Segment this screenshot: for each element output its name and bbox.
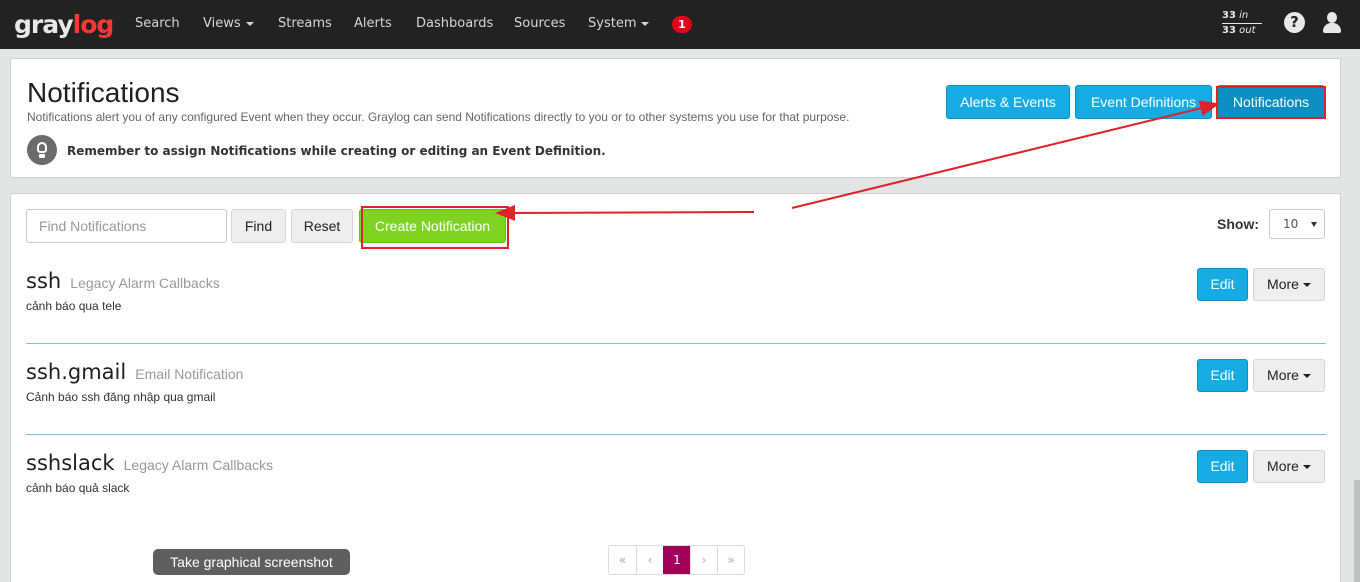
- annotation-box-create-button: [361, 206, 509, 249]
- reset-button[interactable]: Reset: [291, 209, 353, 243]
- more-label: More: [1267, 367, 1299, 383]
- lightbulb-icon: [27, 135, 57, 165]
- pagination-last[interactable]: »: [717, 546, 744, 574]
- more-dropdown-button[interactable]: More: [1253, 450, 1325, 483]
- lightbulb-icon-glass: [37, 142, 47, 153]
- throughput-indicator[interactable]: 33 in 33 out: [1222, 9, 1262, 38]
- throughput-in-label: in: [1239, 10, 1249, 21]
- notification-description: Cảnh báo ssh đăng nhập qua gmail: [26, 390, 216, 404]
- pagination: « ‹ 1 › »: [608, 545, 745, 575]
- edit-button[interactable]: Edit: [1197, 450, 1248, 483]
- notification-count-badge[interactable]: 1: [672, 16, 692, 33]
- more-dropdown-button[interactable]: More: [1253, 359, 1325, 392]
- pagination-current-page[interactable]: 1: [663, 546, 690, 574]
- find-button[interactable]: Find: [231, 209, 286, 243]
- nav-views-label: Views: [203, 16, 241, 31]
- caret-down-icon: [1302, 283, 1311, 288]
- nav-alerts[interactable]: Alerts: [354, 0, 392, 49]
- pagination-next[interactable]: ›: [690, 546, 717, 574]
- page-header-panel: Notifications Notifications alert you of…: [10, 58, 1341, 178]
- row-divider: [26, 343, 1326, 344]
- notification-type: Legacy Alarm Callbacks: [123, 457, 274, 473]
- logo-text-red: log: [72, 9, 115, 39]
- notification-title: ssh.gmail: [26, 360, 127, 384]
- edit-button[interactable]: Edit: [1197, 268, 1248, 301]
- caret-down-icon: [641, 21, 650, 26]
- nav-views[interactable]: Views: [203, 0, 254, 49]
- pagination-first[interactable]: «: [609, 546, 636, 574]
- tab-alerts-events[interactable]: Alerts & Events: [946, 85, 1070, 119]
- screenshot-tooltip: Take graphical screenshot: [153, 549, 350, 575]
- list-item: ssh.gmail Email Notification Cảnh báo ss…: [26, 360, 1326, 404]
- chevron-down-icon: [1311, 222, 1317, 227]
- row-divider: [26, 434, 1326, 435]
- caret-down-icon: [245, 21, 254, 26]
- top-navbar: gray log Search Views Streams Alerts Dash…: [0, 0, 1360, 49]
- graylog-logo[interactable]: gray log: [14, 9, 115, 39]
- help-icon[interactable]: ?: [1284, 12, 1305, 33]
- nav-system-label: System: [588, 16, 637, 31]
- nav-sources[interactable]: Sources: [514, 0, 565, 49]
- more-label: More: [1267, 458, 1299, 474]
- notification-type: Email Notification: [135, 366, 244, 382]
- notification-title: sshslack: [26, 451, 115, 475]
- page-size-value: 10: [1283, 217, 1299, 231]
- throughput-in-value: 33: [1222, 10, 1236, 21]
- notification-title: ssh: [26, 269, 62, 293]
- scrollbar-thumb[interactable]: [1354, 480, 1360, 582]
- page-description: Notifications alert you of any configure…: [27, 110, 850, 124]
- more-dropdown-button[interactable]: More: [1253, 268, 1325, 301]
- annotation-box-notifications-tab: [1216, 86, 1326, 119]
- user-icon[interactable]: [1322, 11, 1342, 35]
- throughput-out-label: out: [1239, 25, 1256, 36]
- list-item: ssh Legacy Alarm Callbacks cảnh báo qua …: [26, 269, 1326, 313]
- more-label: More: [1267, 276, 1299, 292]
- page-size-select[interactable]: 10: [1269, 209, 1325, 239]
- page-size-label: Show:: [1217, 216, 1259, 232]
- lightbulb-icon-base: [39, 154, 45, 158]
- pagination-prev[interactable]: ‹: [636, 546, 663, 574]
- tab-event-definitions[interactable]: Event Definitions: [1075, 85, 1212, 119]
- nav-dashboards[interactable]: Dashboards: [416, 0, 493, 49]
- notification-type: Legacy Alarm Callbacks: [70, 275, 220, 291]
- logo-text-gray: gray: [14, 9, 74, 39]
- edit-button[interactable]: Edit: [1197, 359, 1248, 392]
- list-item: sshslack Legacy Alarm Callbacks cảnh báo…: [26, 451, 1326, 495]
- user-icon-body: [1323, 23, 1341, 33]
- notification-description: cảnh báo qua tele: [26, 299, 122, 313]
- page-title: Notifications: [27, 77, 180, 108]
- nav-streams[interactable]: Streams: [278, 0, 332, 49]
- caret-down-icon: [1302, 374, 1311, 379]
- nav-system[interactable]: System: [588, 0, 650, 49]
- nav-search[interactable]: Search: [135, 0, 180, 49]
- search-input[interactable]: Find Notifications: [26, 209, 227, 243]
- caret-down-icon: [1302, 465, 1311, 470]
- user-icon-head: [1327, 12, 1337, 23]
- throughput-out-value: 33: [1222, 25, 1236, 36]
- notifications-list-panel: Find Notifications Find Reset Create Not…: [10, 193, 1341, 582]
- hint-text: Remember to assign Notifications while c…: [67, 144, 606, 158]
- notification-description: cảnh báo quả slack: [26, 481, 130, 495]
